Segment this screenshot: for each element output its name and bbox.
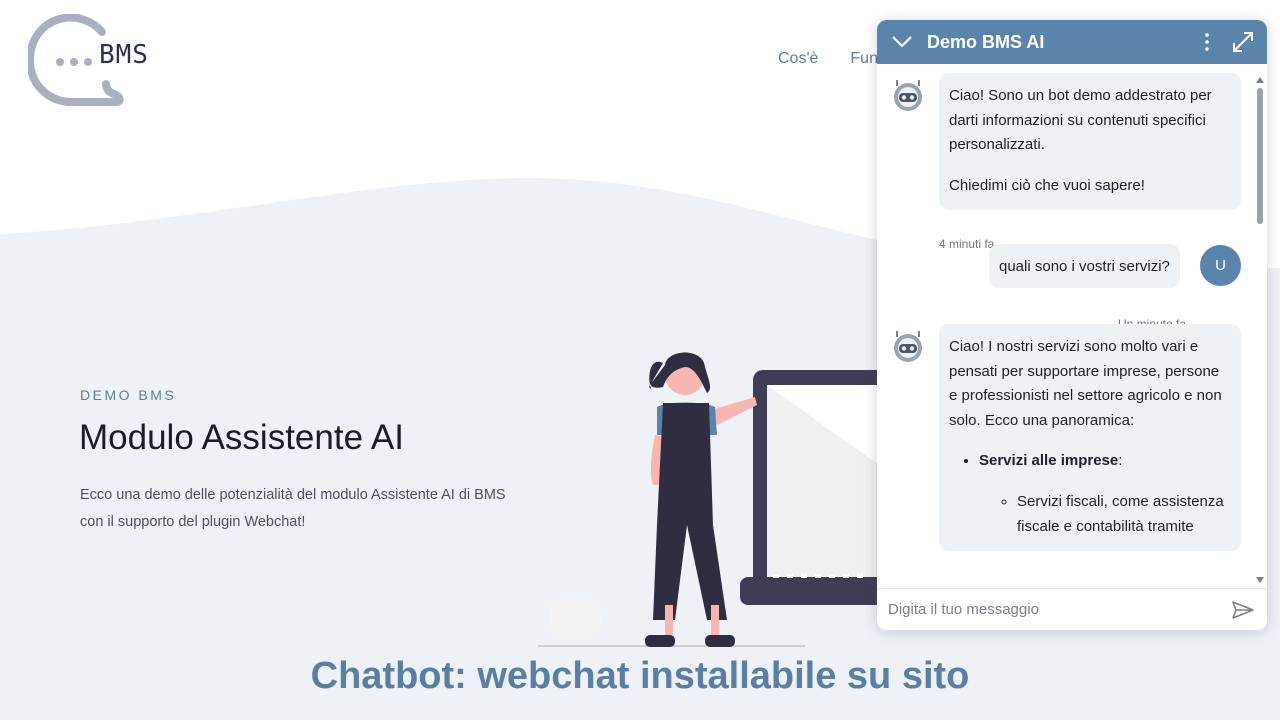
services-sublist: Servizi fiscali, come assistenza fiscale…: [979, 490, 1231, 539]
woman-with-screen-illustration: [538, 352, 880, 647]
services-list: Servizi alle imprese: Servizi fiscali, c…: [949, 449, 1231, 539]
message-input[interactable]: [888, 601, 1231, 618]
hero-eyebrow: DEMO BMS: [80, 387, 177, 403]
bot-message: [891, 78, 925, 112]
chat-messages[interactable]: Ciao! Sono un bot demo addestrato per da…: [877, 64, 1267, 588]
bot-message: [891, 329, 925, 363]
bot-avatar-icon: [894, 80, 922, 111]
scroll-thumb[interactable]: [1257, 88, 1263, 224]
bot-message-text: Chiedimi ciò che vuoi sapere!: [949, 176, 1145, 194]
scroll-up-icon[interactable]: [1256, 77, 1264, 83]
send-icon[interactable]: [1231, 598, 1255, 622]
chat-widget: Demo BMS AI Ciao! Sono un bot demo addes…: [877, 20, 1267, 630]
hero-description: Ecco una demo delle potenzialità del mod…: [80, 487, 506, 530]
chat-title: Demo BMS AI: [927, 31, 1045, 52]
bot-bubble: Ciao! Sono un bot demo addestrato per da…: [939, 73, 1241, 211]
expand-icon[interactable]: [1231, 30, 1255, 54]
chevron-down-icon[interactable]: [891, 31, 913, 53]
user-message-text: quali sono i vostri servizi?: [999, 257, 1170, 275]
chat-header: Demo BMS AI: [877, 20, 1267, 64]
chat-input-bar: [877, 588, 1267, 630]
more-vertical-icon[interactable]: [1197, 30, 1217, 54]
bot-message-text: Ciao! Sono un bot demo addestrato per da…: [949, 87, 1212, 154]
list-item-title: Servizi alle imprese: [979, 452, 1119, 470]
bot-avatar-icon: [894, 331, 922, 362]
message-timestamp: 4 minuti fa: [939, 237, 995, 251]
main-nav: Cos'è Funz: [778, 50, 886, 68]
logo-text: BMS: [99, 40, 149, 70]
chat-scrollbar[interactable]: [1255, 74, 1265, 586]
list-item-suffix: :: [1118, 452, 1123, 470]
scroll-down-icon[interactable]: [1256, 577, 1264, 583]
bot-message-text: Ciao! I nostri servizi sono molto vari e…: [949, 338, 1222, 429]
nav-item-cose[interactable]: Cos'è: [778, 50, 818, 68]
sublist-item: Servizi fiscali, come assistenza fiscale…: [1017, 490, 1231, 539]
section-heading: Chatbot: webchat installabile su sito: [310, 655, 970, 697]
bot-bubble: Ciao! I nostri servizi sono molto vari e…: [939, 324, 1241, 552]
user-avatar: U: [1200, 245, 1241, 286]
hero-title: Modulo Assistente AI: [79, 418, 404, 457]
bms-logo[interactable]: BMS: [25, 13, 168, 108]
list-item: Servizi alle imprese: Servizi fiscali, c…: [979, 449, 1231, 539]
user-bubble: quali sono i vostri servizi?: [989, 244, 1180, 288]
